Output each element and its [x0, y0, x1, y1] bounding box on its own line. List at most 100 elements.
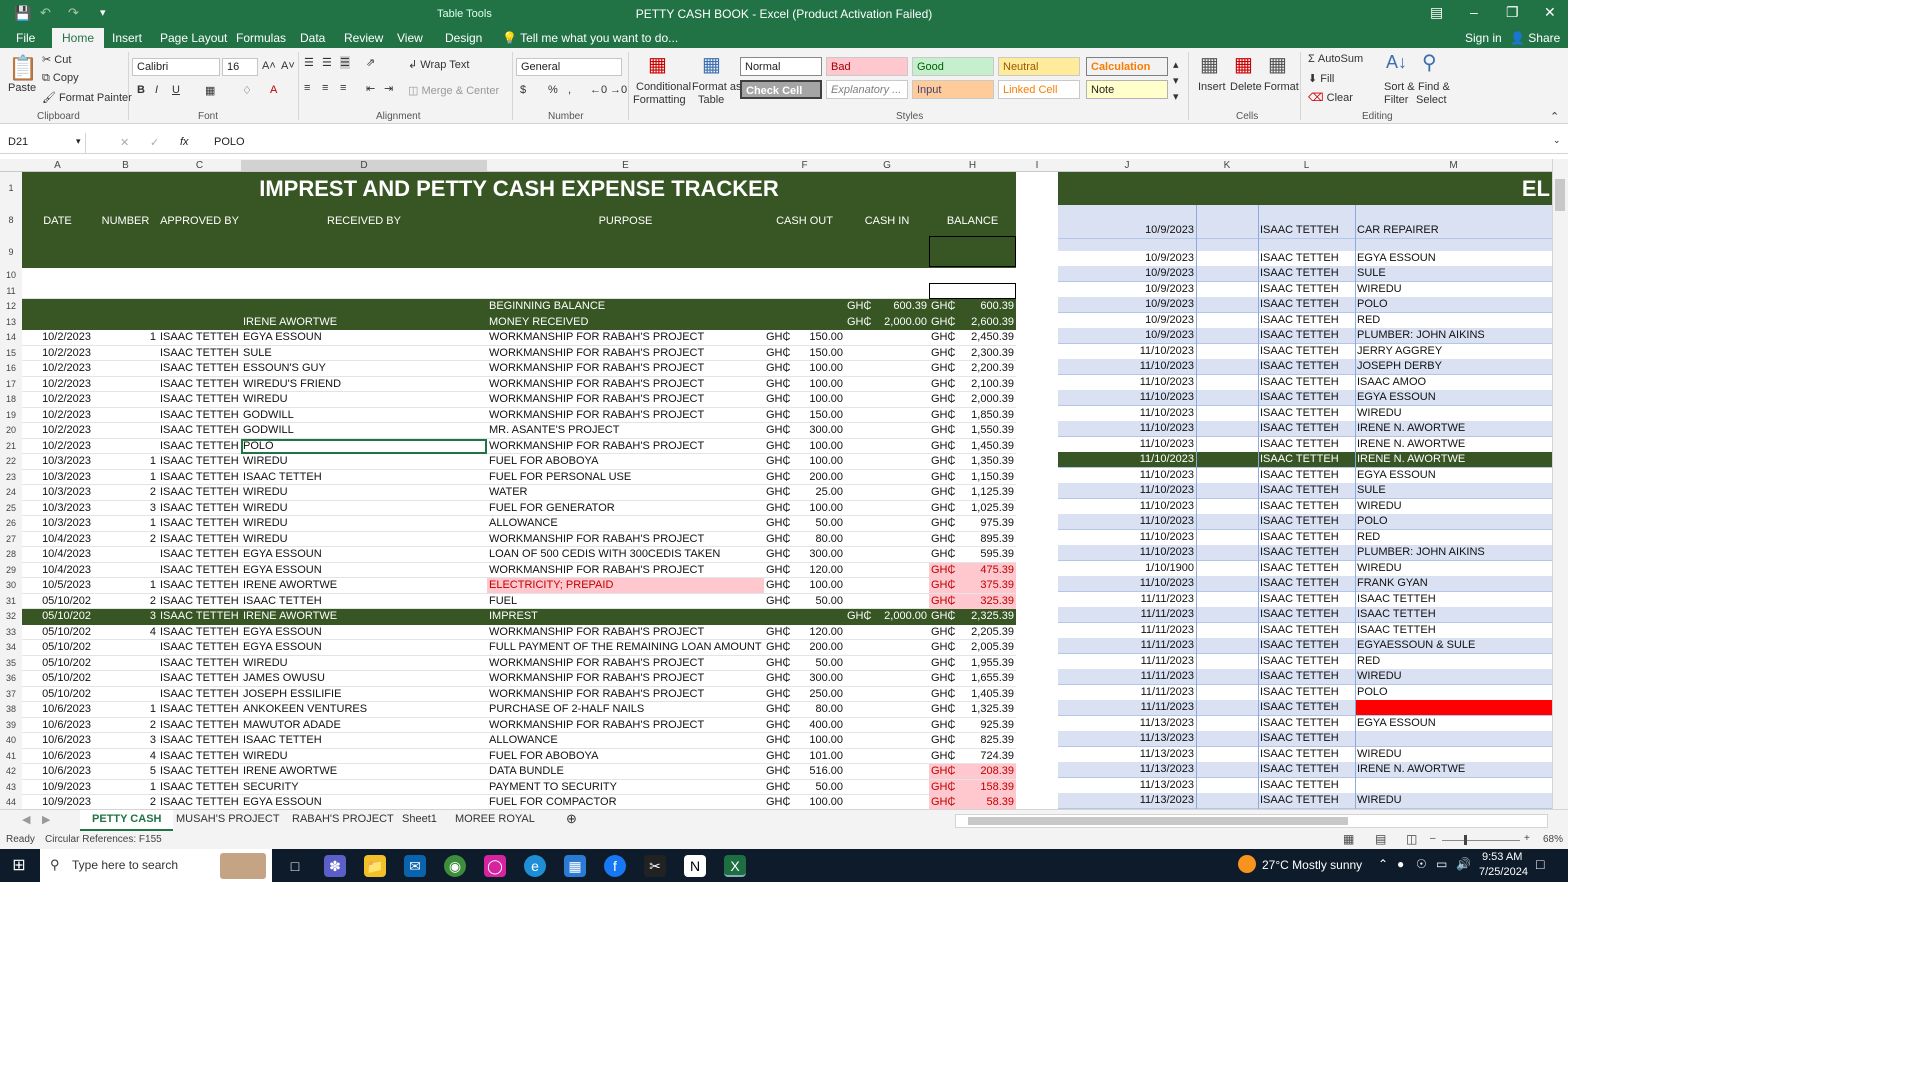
store-icon[interactable]: ▦	[564, 855, 586, 877]
date-cell[interactable]: 10/6/2023	[22, 702, 93, 717]
cur[interactable]: GH₵	[929, 718, 955, 733]
right-received-cell[interactable]: RED	[1355, 654, 1552, 669]
right-approved-cell[interactable]: ISAAC TETTEH	[1258, 778, 1355, 793]
right-approved-cell[interactable]: ISAAC TETTEH	[1258, 437, 1355, 452]
approved-cell[interactable]: ISAAC TETTEH	[158, 780, 241, 795]
received-cell[interactable]: WIREDU	[241, 656, 487, 671]
comma-icon[interactable]: ,	[568, 84, 571, 96]
date-cell[interactable]: 10/9/2023	[22, 795, 93, 809]
right-date-cell[interactable]: 11/10/2023	[1058, 576, 1196, 591]
increase-decimal-icon[interactable]: ←0	[590, 84, 607, 96]
approved-cell[interactable]: ISAAC TETTEH	[158, 501, 241, 516]
approved-cell[interactable]: ISAAC TETTEH	[158, 594, 241, 609]
right-date-cell[interactable]: 11/10/2023	[1058, 514, 1196, 529]
vertical-scroll-thumb[interactable]	[1555, 179, 1565, 211]
cur[interactable]: GH₵	[929, 408, 955, 423]
decrease-decimal-icon[interactable]: →0	[610, 84, 627, 96]
right-received-cell[interactable]: WIREDU	[1355, 406, 1552, 421]
row-header[interactable]: 12	[0, 299, 22, 315]
received-cell[interactable]: ISAAC TETTEH	[241, 470, 487, 485]
number-cell[interactable]	[93, 408, 158, 423]
cash-out-cell[interactable]: 400.00	[790, 718, 845, 733]
number-cell[interactable]: 2	[93, 485, 158, 500]
tray-app-icon[interactable]: ●	[1397, 857, 1404, 871]
cur[interactable]: GH₵	[845, 609, 871, 624]
approved-cell[interactable]: ISAAC TETTEH	[158, 671, 241, 686]
date-cell[interactable]: 10/6/2023	[22, 749, 93, 764]
row-header[interactable]: 31	[0, 593, 22, 609]
row-header[interactable]: 15	[0, 345, 22, 361]
function-icon[interactable]: fx	[180, 136, 189, 148]
cur[interactable]: GH₵	[764, 640, 790, 655]
right-approved-cell[interactable]: ISAAC TETTEH	[1258, 375, 1355, 390]
find-select-label[interactable]: Find &	[1418, 81, 1450, 93]
balance-cell[interactable]: 1,450.39	[955, 439, 1016, 454]
cur[interactable]: GH₵	[929, 593, 955, 609]
zoom-level[interactable]: 68%	[1543, 834, 1563, 845]
row-header[interactable]: 24	[0, 485, 22, 501]
cash-out-cell[interactable]: 200.00	[790, 640, 845, 655]
approved-cell[interactable]: ISAAC TETTEH	[158, 702, 241, 717]
right-date-cell[interactable]: 10/9/2023	[1058, 297, 1196, 312]
style-bad[interactable]: Bad	[826, 57, 908, 76]
right-received-cell[interactable]: ISAAC TETTEH	[1355, 607, 1552, 622]
task-view-icon[interactable]: □	[284, 855, 306, 877]
style-linked-cell[interactable]: Linked Cell	[998, 80, 1080, 99]
cur[interactable]: GH₵	[764, 408, 790, 423]
approved-cell[interactable]: ISAAC TETTEH	[158, 346, 241, 361]
right-date-cell[interactable]: 11/10/2023	[1058, 390, 1196, 405]
purpose-cell[interactable]: FUEL FOR GENERATOR	[487, 501, 764, 516]
cash-in-cell[interactable]: 2,000.00	[871, 609, 929, 624]
cur[interactable]: GH₵	[929, 671, 955, 686]
col-header-i[interactable]: I	[1016, 160, 1058, 171]
date-cell[interactable]: 10/4/2023	[22, 532, 93, 547]
purpose-cell[interactable]: WORKMANSHIP FOR RABAH'S PROJECT	[487, 687, 764, 702]
right-approved-cell[interactable]: ISAAC TETTEH	[1258, 359, 1355, 374]
row-header[interactable]: 16	[0, 361, 22, 377]
zoom-slider-thumb[interactable]	[1464, 835, 1467, 845]
number-cell[interactable]	[93, 656, 158, 671]
right-received-cell[interactable]: WIREDU	[1355, 282, 1552, 297]
balance-cell[interactable]: 375.39	[955, 578, 1016, 593]
row-header[interactable]: 41	[0, 748, 22, 764]
right-date-cell[interactable]: 11/10/2023	[1058, 421, 1196, 436]
received-cell[interactable]: WIREDU	[241, 501, 487, 516]
clear-button[interactable]: ⌫ Clear	[1308, 91, 1353, 104]
style-note[interactable]: Note	[1086, 80, 1168, 99]
begin-bal[interactable]: 600.39	[955, 299, 1016, 314]
cash-in[interactable]: 2,000.00	[871, 315, 929, 330]
right-date-cell[interactable]: 11/11/2023	[1058, 592, 1196, 607]
file-explorer-icon[interactable]: 📁	[364, 855, 386, 877]
row-header[interactable]: 35	[0, 655, 22, 671]
date-cell[interactable]: 10/3/2023	[22, 470, 93, 485]
row-header[interactable]: 23	[0, 469, 22, 485]
cur[interactable]: GH₵	[764, 392, 790, 407]
tray-chevron-icon[interactable]: ⌃	[1378, 857, 1388, 871]
cur[interactable]: GH₵	[929, 795, 955, 809]
approved-cell[interactable]: ISAAC TETTEH	[158, 640, 241, 655]
cash-out-cell[interactable]: 516.00	[790, 764, 845, 779]
row-header[interactable]: 10	[0, 268, 22, 283]
right-received-cell[interactable]: ISAAC TETTEH	[1355, 623, 1552, 638]
number-cell[interactable]	[93, 392, 158, 407]
right-date-cell[interactable]: 11/13/2023	[1058, 747, 1196, 762]
horizontal-scroll-thumb[interactable]	[968, 817, 1348, 825]
row-header[interactable]: 11	[0, 283, 22, 299]
approved-cell[interactable]: ISAAC TETTEH	[158, 392, 241, 407]
col-header-d[interactable]: D	[241, 160, 487, 171]
copy-button[interactable]: ⧉ Copy	[42, 72, 79, 85]
row-header[interactable]: 18	[0, 392, 22, 408]
balance-cell[interactable]: 325.39	[955, 593, 1016, 609]
align-middle-icon[interactable]: ☰	[322, 56, 332, 69]
balance-cell[interactable]: 1,350.39	[955, 454, 1016, 469]
currency-icon[interactable]: $	[520, 84, 526, 96]
cash-out-cell[interactable]: 150.00	[790, 346, 845, 361]
right-approved-cell[interactable]: ISAAC TETTEH	[1258, 223, 1355, 238]
right-approved-cell[interactable]: ISAAC TETTEH	[1258, 716, 1355, 731]
cur[interactable]: GH₵	[764, 764, 790, 779]
maximize-icon[interactable]: ❐	[1506, 4, 1519, 21]
right-date-cell[interactable]: 11/10/2023	[1058, 375, 1196, 390]
cur[interactable]: GH₵	[764, 516, 790, 531]
cash-out-cell[interactable]: 101.00	[790, 749, 845, 764]
cur[interactable]: GH₵	[929, 377, 955, 392]
